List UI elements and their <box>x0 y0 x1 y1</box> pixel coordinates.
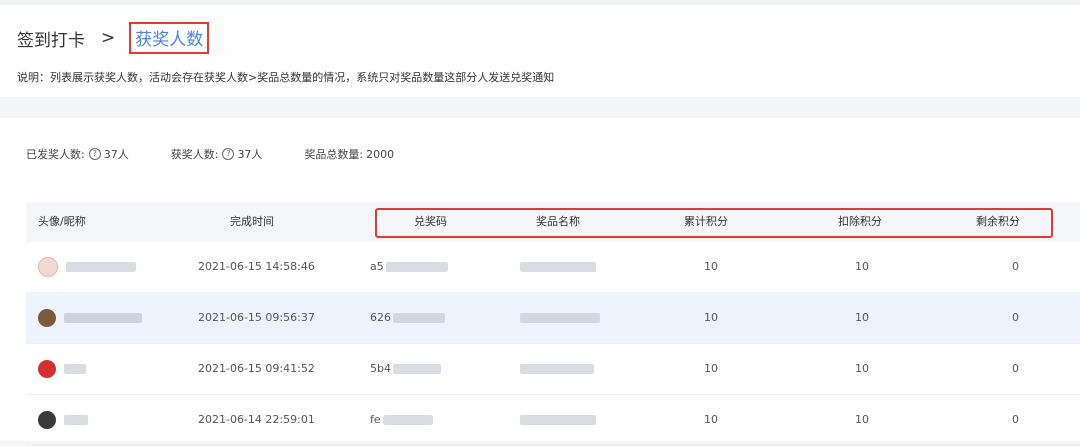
avatar <box>38 411 56 429</box>
total-points: 10 <box>704 362 718 375</box>
completion-time: 2021-06-14 22:59:01 <box>198 413 315 426</box>
column-header-total-points: 累计积分 <box>684 215 728 228</box>
prize-name-redacted <box>520 262 596 272</box>
avatar <box>38 360 56 378</box>
stat-prize-total-label: 奖品总数量: <box>304 148 364 161</box>
redeem-code-redacted <box>385 262 448 272</box>
stat-winners: 获奖人数: ? 37人 <box>170 146 263 162</box>
redeem-code: 5b4 <box>370 344 441 394</box>
column-header-avatar: 头像/昵称 <box>38 215 86 228</box>
redeem-code-redacted <box>382 415 433 425</box>
column-header-time: 完成时间 <box>230 215 274 228</box>
redeem-code-prefix: 626 <box>370 311 391 324</box>
table-row[interactable]: 2021-06-14 22:59:01 fe 10 10 0 <box>26 395 1080 446</box>
stat-prize-total: 奖品总数量: 2000 <box>304 146 394 162</box>
nickname-redacted <box>64 415 88 425</box>
table-row[interactable]: 2021-06-15 09:41:52 5b4 10 10 0 <box>26 344 1080 395</box>
table-row[interactable]: 2021-06-15 09:56:37 626 10 10 0 <box>26 293 1080 344</box>
redeem-code: a5 <box>370 242 448 292</box>
nickname-redacted <box>64 364 86 374</box>
question-circle-icon[interactable]: ? <box>88 148 101 160</box>
nickname-redacted <box>64 313 142 323</box>
deducted-points: 10 <box>855 311 869 324</box>
table-row[interactable]: 2021-06-15 14:58:46 a5 10 10 0 <box>26 242 1080 293</box>
avatar <box>38 309 56 327</box>
stat-winners-label: 获奖人数: <box>170 148 219 161</box>
redeem-code-redacted <box>393 313 445 323</box>
total-points: 10 <box>704 260 718 273</box>
prize-name <box>520 344 594 394</box>
deducted-points: 10 <box>855 362 869 375</box>
remaining-points: 0 <box>1012 362 1019 375</box>
deducted-points: 10 <box>855 413 869 426</box>
column-header-prize: 奖品名称 <box>536 215 580 228</box>
redeem-code-redacted <box>392 364 441 374</box>
table-header: 头像/昵称 完成时间 兑奖码 奖品名称 累计积分 扣除积分 剩余积分 <box>26 202 1080 242</box>
stat-prize-total-value: 2000 <box>366 147 395 161</box>
avatar-cell <box>38 293 142 343</box>
breadcrumb-root-link[interactable]: 签到打卡 <box>17 26 85 51</box>
avatar-cell <box>38 395 88 445</box>
prize-name <box>520 242 596 292</box>
deducted-points: 10 <box>855 260 869 273</box>
avatar <box>38 257 58 277</box>
prize-name-redacted <box>520 364 594 374</box>
column-header-remaining-points: 剩余积分 <box>976 215 1020 228</box>
nickname-redacted <box>66 262 136 272</box>
header-card: 签到打卡 > 获奖人数 说明：列表展示获奖人数，活动会存在获奖人数>奖品总数量的… <box>0 5 1080 97</box>
stats-bar: 已发奖人数: ? 37人 获奖人数: ? 37人 奖品总数量: 2000 <box>26 146 436 162</box>
total-points: 10 <box>704 311 718 324</box>
redeem-code: 626 <box>370 293 445 343</box>
avatar-cell <box>38 242 136 292</box>
remaining-points: 0 <box>1012 260 1019 273</box>
question-circle-icon[interactable]: ? <box>222 148 235 160</box>
column-header-deducted-points: 扣除积分 <box>838 215 882 228</box>
completion-time: 2021-06-15 09:56:37 <box>198 311 315 324</box>
stat-winners-value: 37人 <box>237 148 263 161</box>
prize-name <box>520 293 600 343</box>
prize-name <box>520 395 596 445</box>
breadcrumb-separator-icon: > <box>101 28 116 48</box>
page-description: 说明：列表展示获奖人数，活动会存在获奖人数>奖品总数量的情况，系统只对奖品数量这… <box>17 71 555 84</box>
redeem-code-prefix: a5 <box>370 260 384 273</box>
stat-issued: 已发奖人数: ? 37人 <box>26 146 129 162</box>
stat-issued-label: 已发奖人数: <box>26 148 85 161</box>
redeem-code-prefix: fe <box>370 413 381 426</box>
column-header-code: 兑奖码 <box>414 215 447 228</box>
remaining-points: 0 <box>1012 413 1019 426</box>
remaining-points: 0 <box>1012 311 1019 324</box>
breadcrumb-current: 获奖人数 <box>129 22 210 54</box>
breadcrumb: 签到打卡 > 获奖人数 <box>17 22 210 54</box>
completion-time: 2021-06-15 09:41:52 <box>198 362 315 375</box>
avatar-cell <box>38 344 86 394</box>
prize-name-redacted <box>520 313 600 323</box>
total-points: 10 <box>704 413 718 426</box>
completion-time: 2021-06-15 14:58:46 <box>198 260 315 273</box>
main-card: 已发奖人数: ? 37人 获奖人数: ? 37人 奖品总数量: 2000 头像/… <box>0 118 1080 446</box>
prize-name-redacted <box>520 415 596 425</box>
section-gap <box>0 97 1080 118</box>
stat-issued-value: 37人 <box>103 148 129 161</box>
redeem-code-prefix: 5b4 <box>370 362 391 375</box>
redeem-code: fe <box>370 395 433 445</box>
